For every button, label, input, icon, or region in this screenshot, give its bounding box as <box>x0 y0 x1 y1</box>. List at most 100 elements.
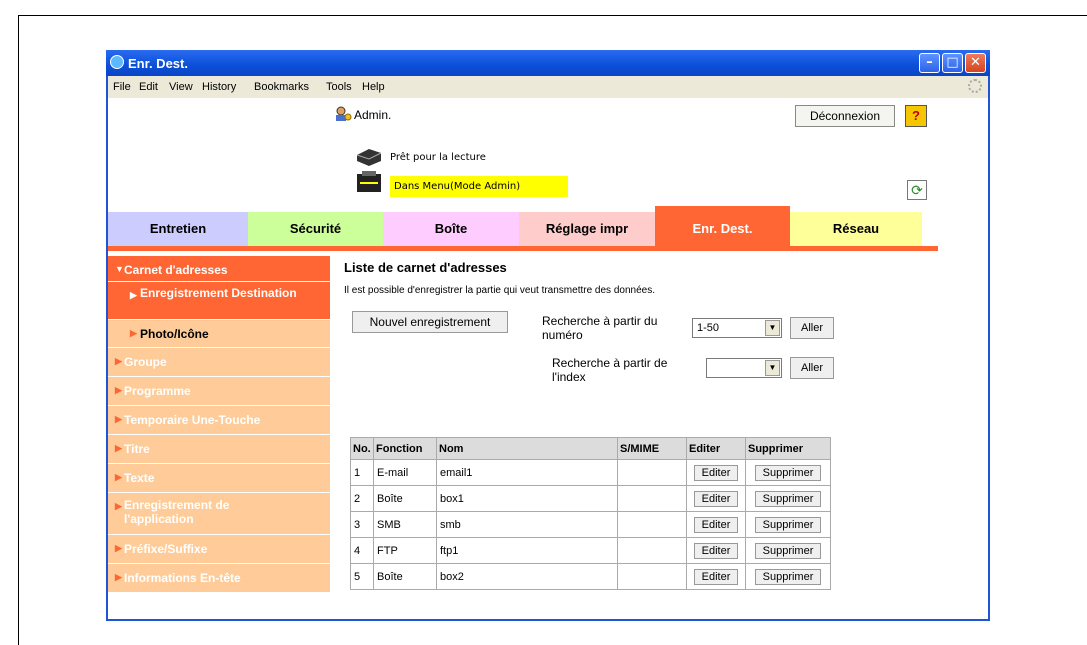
cell-fonction: Boîte <box>373 563 437 590</box>
refresh-icon[interactable]: ⟳ <box>907 180 927 200</box>
cell-nom: ftp1 <box>436 537 618 564</box>
cell-no: 4 <box>350 537 374 564</box>
menu-tools[interactable]: Tools <box>326 81 352 93</box>
edit-button[interactable]: Editer <box>693 542 739 559</box>
logout-button[interactable]: Déconnexion <box>795 105 895 127</box>
page-content: Admin. Déconnexion ? Prêt pour la lectur… <box>108 98 988 619</box>
edit-button[interactable]: Editer <box>693 516 739 533</box>
sidebar: ▼ Carnet d'adresses ▶ Enregistrement Des… <box>108 256 330 593</box>
go-number-button[interactable]: Aller <box>790 317 834 339</box>
arrow-icon: ▶ <box>115 472 122 482</box>
chevron-down-icon: ▼ <box>765 360 780 376</box>
menu-file[interactable]: File <box>113 81 131 93</box>
tab-reseau[interactable]: Réseau <box>790 212 922 246</box>
menu-help[interactable]: Help <box>362 81 385 93</box>
cell-nom: box2 <box>436 563 618 590</box>
col-smime: S/MIME <box>617 437 687 460</box>
minimize-button[interactable]: – <box>919 53 940 73</box>
sidebar-item-label: Enregistrement Destination <box>140 286 297 300</box>
sidebar-item-label: Titre <box>124 442 150 456</box>
loading-throbber-icon <box>968 79 982 93</box>
delete-button[interactable]: Supprimer <box>754 464 822 481</box>
cell-nom: smb <box>436 511 618 538</box>
delete-button[interactable]: Supprimer <box>754 568 822 585</box>
chevron-down-icon: ▼ <box>765 320 780 336</box>
sidebar-item-groupe[interactable]: ▶ Groupe <box>108 348 330 377</box>
sidebar-item-label: Carnet d'adresses <box>124 263 228 277</box>
menu-edit[interactable]: Edit <box>139 81 158 93</box>
cell-fonction: Boîte <box>373 485 437 512</box>
tab-bar: Entretien Sécurité Boîte Réglage impr En… <box>108 206 988 252</box>
cell-fonction: SMB <box>373 511 437 538</box>
col-no: No. <box>350 437 374 460</box>
sidebar-item-prefixe-suffixe[interactable]: ▶ Préfixe/Suffixe <box>108 535 330 564</box>
tab-underline <box>108 246 938 251</box>
cell-fonction: FTP <box>373 537 437 564</box>
browser-icon <box>110 55 124 69</box>
table-row: 2 Boîte box1 Editer Supprimer <box>350 485 831 512</box>
tab-entretien[interactable]: Entretien <box>108 212 248 246</box>
status-ready: Prêt pour la lecture <box>390 152 486 163</box>
delete-button[interactable]: Supprimer <box>754 542 822 559</box>
table-header-row: No. Fonction Nom S/MIME Editer Supprimer <box>350 437 831 460</box>
sidebar-item-carnet-adresses[interactable]: ▼ Carnet d'adresses <box>108 256 330 282</box>
delete-button[interactable]: Supprimer <box>754 516 822 533</box>
close-button[interactable]: ✕ <box>965 53 986 73</box>
menu-bookmarks[interactable]: Bookmarks <box>254 81 309 93</box>
maximize-button[interactable]: □ <box>942 53 963 73</box>
window-title: Enr. Dest. <box>128 56 188 71</box>
new-registration-button[interactable]: Nouvel enregistrement <box>352 311 508 333</box>
sidebar-item-enregistrement-destination[interactable]: ▶ Enregistrement Destination <box>108 282 330 320</box>
page-description: Il est possible d'enregistrer la partie … <box>344 285 655 296</box>
go-index-button[interactable]: Aller <box>790 357 834 379</box>
status-mode: Dans Menu(Mode Admin) <box>390 176 568 197</box>
search-number-select[interactable]: 1-50 ▼ <box>692 318 782 338</box>
menu-view[interactable]: View <box>169 81 193 93</box>
cell-nom: box1 <box>436 485 618 512</box>
arrow-icon: ▶ <box>115 443 122 453</box>
help-button[interactable]: ? <box>905 105 927 127</box>
cell-fonction: E-mail <box>373 459 437 486</box>
tab-enr-dest[interactable]: Enr. Dest. <box>655 206 790 246</box>
cell-no: 5 <box>350 563 374 590</box>
edit-button[interactable]: Editer <box>693 464 739 481</box>
sidebar-item-label: Temporaire Une-Touche <box>124 413 261 427</box>
admin-label: Admin. <box>354 108 392 122</box>
cell-smime <box>617 563 687 590</box>
tab-securite[interactable]: Sécurité <box>248 212 383 246</box>
delete-button[interactable]: Supprimer <box>754 490 822 507</box>
sidebar-item-programme[interactable]: ▶ Programme <box>108 377 330 406</box>
col-nom: Nom <box>436 437 618 460</box>
cell-smime <box>617 511 687 538</box>
table-row: 1 E-mail email1 Editer Supprimer <box>350 459 831 486</box>
sidebar-item-photo-icone[interactable]: ▶ Photo/Icône <box>108 320 330 348</box>
table-row: 3 SMB smb Editer Supprimer <box>350 511 831 538</box>
search-index-select[interactable]: ▼ <box>706 358 782 378</box>
search-number-label: Recherche à partir du numéro <box>542 314 658 342</box>
sidebar-item-label: Programme <box>124 384 191 398</box>
cell-smime <box>617 537 687 564</box>
arrow-icon: ▶ <box>115 414 122 424</box>
page-title: Liste de carnet d'adresses <box>344 260 507 275</box>
tab-reglage-impr[interactable]: Réglage impr <box>519 212 655 246</box>
edit-button[interactable]: Editer <box>693 568 739 585</box>
arrow-icon: ▶ <box>115 543 122 553</box>
arrow-icon: ▶ <box>130 328 137 338</box>
sidebar-item-titre[interactable]: ▶ Titre <box>108 435 330 464</box>
sidebar-item-texte[interactable]: ▶ Texte <box>108 464 330 493</box>
cell-smime <box>617 485 687 512</box>
admin-user-icon <box>336 106 352 121</box>
sidebar-item-informations-entete[interactable]: ▶ Informations En-tête <box>108 564 330 593</box>
arrow-icon: ▶ <box>115 385 122 395</box>
sidebar-item-temporaire[interactable]: ▶ Temporaire Une-Touche <box>108 406 330 435</box>
edit-button[interactable]: Editer <box>693 490 739 507</box>
sidebar-item-label: Groupe <box>124 355 167 369</box>
printer-mode-icon <box>357 171 381 192</box>
col-supprimer: Supprimer <box>745 437 831 460</box>
menu-history[interactable]: History <box>202 81 236 93</box>
sidebar-item-enregistrement-application[interactable]: ▶ Enregistrement de l'application <box>108 493 330 535</box>
address-table: No. Fonction Nom S/MIME Editer Supprimer… <box>350 437 831 590</box>
search-index-label: Recherche à partir de l'index <box>552 356 668 384</box>
cell-nom: email1 <box>436 459 618 486</box>
tab-boite[interactable]: Boîte <box>383 212 519 246</box>
